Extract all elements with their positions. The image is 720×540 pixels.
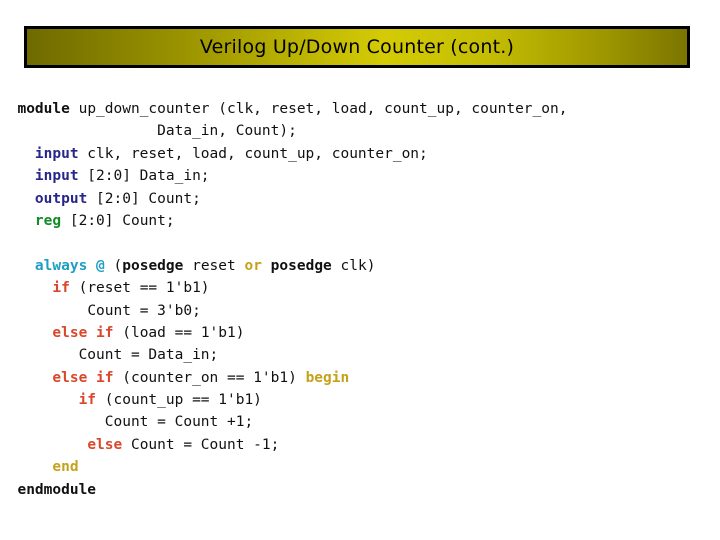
code-token: (load == 1'b1) xyxy=(113,324,245,341)
code-token: if xyxy=(96,369,114,386)
code-line: Count = Count +1; xyxy=(0,411,720,433)
code-token: [2:0] Count; xyxy=(87,190,201,207)
code-token: Data_in, Count); xyxy=(157,123,297,140)
code-token: if xyxy=(96,324,114,341)
code-token: ( xyxy=(104,257,123,274)
code-line: Data_in, Count); xyxy=(0,120,720,142)
code-token: [2:0] Data_in; xyxy=(78,168,210,185)
code-token: Count = Count -1; xyxy=(122,436,280,453)
code-token: up_down_counter (clk, reset, load, count… xyxy=(69,101,568,117)
code-line: if (count_up == 1'b1) xyxy=(0,389,720,411)
code-token: Count = Count +1; xyxy=(104,414,254,431)
code-token: begin xyxy=(305,369,350,386)
code-line: if (reset == 1'b1) xyxy=(0,277,720,299)
code-token: posedge xyxy=(270,257,332,274)
code-token: output xyxy=(34,190,88,207)
code-token: (counter_on == 1'b1) xyxy=(113,369,306,386)
code-token: (reset == 1'b1) xyxy=(69,280,210,297)
code-line: always @ (posedge reset or posedge clk) xyxy=(0,255,720,277)
code-line: endmodule xyxy=(0,479,720,501)
code-token: else xyxy=(87,436,123,453)
code-token: always xyxy=(34,257,88,274)
code-line: input [2:0] Data_in; xyxy=(0,165,720,187)
code-token: input xyxy=(34,145,79,162)
code-token: else xyxy=(52,324,88,341)
code-token: Count = 3'b0; xyxy=(87,302,201,319)
code-token: (count_up == 1'b1) xyxy=(96,392,262,409)
code-line: end xyxy=(0,456,720,478)
code-line: else Count = Count -1; xyxy=(0,434,720,456)
code-token: input xyxy=(34,168,79,185)
code-token: posedge xyxy=(122,257,184,274)
code-token: Count = Data_in; xyxy=(78,347,219,364)
slide-canvas: Verilog Up/Down Counter (cont.) module u… xyxy=(0,0,720,540)
code-line: module up_down_counter (clk, reset, load… xyxy=(0,98,720,120)
code-token: module xyxy=(17,101,70,117)
code-line: input clk, reset, load, count_up, counte… xyxy=(0,143,720,165)
code-token: @ xyxy=(96,257,105,274)
code-token: reg xyxy=(34,212,62,229)
code-token: if xyxy=(52,280,70,297)
code-line: Count = Data_in; xyxy=(0,344,720,366)
code-token: endmodule xyxy=(17,481,97,498)
code-token: clk) xyxy=(331,257,376,274)
code-block: module up_down_counter (clk, reset, load… xyxy=(0,98,720,501)
code-token: or xyxy=(244,257,262,274)
code-token: reset xyxy=(183,257,245,274)
page-title: Verilog Up/Down Counter (cont.) xyxy=(199,36,515,58)
title-banner: Verilog Up/Down Counter (cont.) xyxy=(24,26,690,68)
code-token: end xyxy=(52,459,79,476)
code-line: Count = 3'b0; xyxy=(0,300,720,322)
code-token: if xyxy=(78,392,97,409)
code-line: else if (counter_on == 1'b1) begin xyxy=(0,367,720,389)
code-line: reg [2:0] Count; xyxy=(0,210,720,232)
code-line: output [2:0] Count; xyxy=(0,188,720,210)
code-token: clk, reset, load, count_up, counter_on; xyxy=(78,145,428,162)
code-line: else if (load == 1'b1) xyxy=(0,322,720,344)
code-token: else xyxy=(52,369,88,386)
code-token: [2:0] Count; xyxy=(61,212,175,229)
